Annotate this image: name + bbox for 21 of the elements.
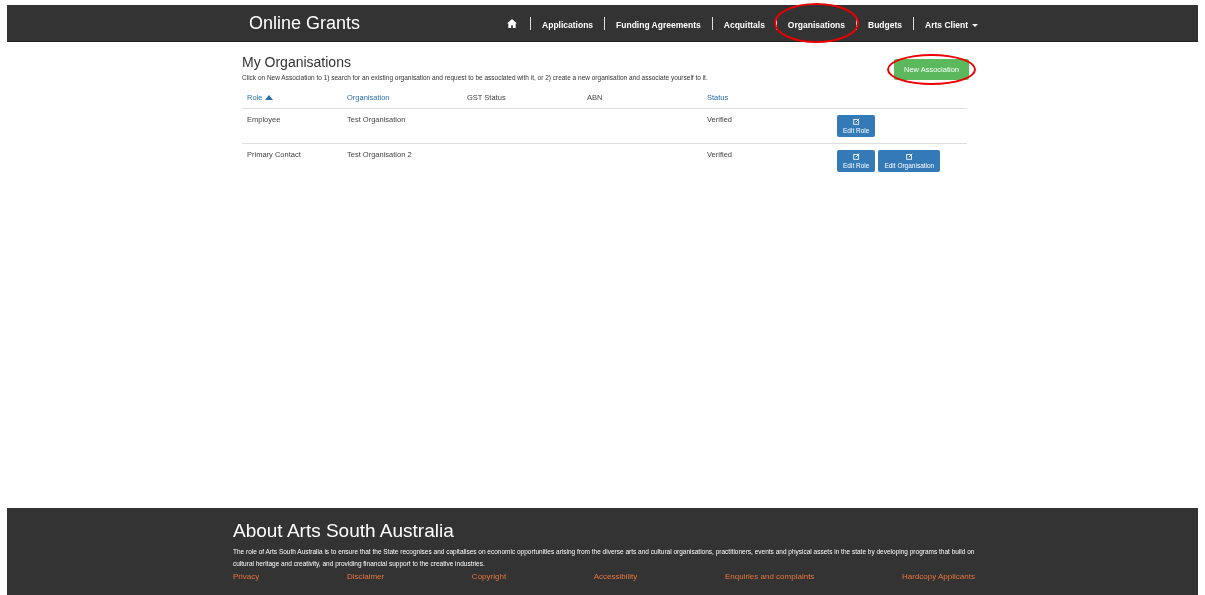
edit-icon	[905, 153, 913, 160]
nav-dropdown[interactable]: Arts Client	[925, 20, 978, 30]
footer-link[interactable]: Accessibility	[593, 572, 638, 581]
site-title[interactable]: Online Grants	[249, 12, 361, 34]
edit-icon	[852, 153, 860, 160]
nav-link[interactable]: Applications	[542, 20, 594, 30]
nav-link[interactable]: Funding Agreements	[616, 20, 701, 30]
footer-link[interactable]: Privacy	[233, 572, 260, 581]
footer-link[interactable]: Disclaimer	[346, 572, 385, 581]
nav-link[interactable]: Acquittals	[723, 20, 765, 30]
edit-icon	[852, 118, 860, 125]
footer-link[interactable]: Copyright	[471, 572, 507, 581]
footer-link[interactable]: Enquiries and complaints	[724, 572, 815, 581]
nav-link[interactable]: Organisations	[787, 20, 845, 30]
footer-link[interactable]: Hardcopy Applicants	[902, 572, 975, 581]
caret-icon	[972, 24, 978, 28]
home-icon[interactable]	[507, 18, 518, 28]
footer-title: About Arts South Australia	[233, 520, 455, 542]
nav-link[interactable]: Budgets	[868, 20, 902, 30]
page-title: My Organisations	[242, 54, 352, 70]
sort-up-icon	[265, 95, 274, 100]
